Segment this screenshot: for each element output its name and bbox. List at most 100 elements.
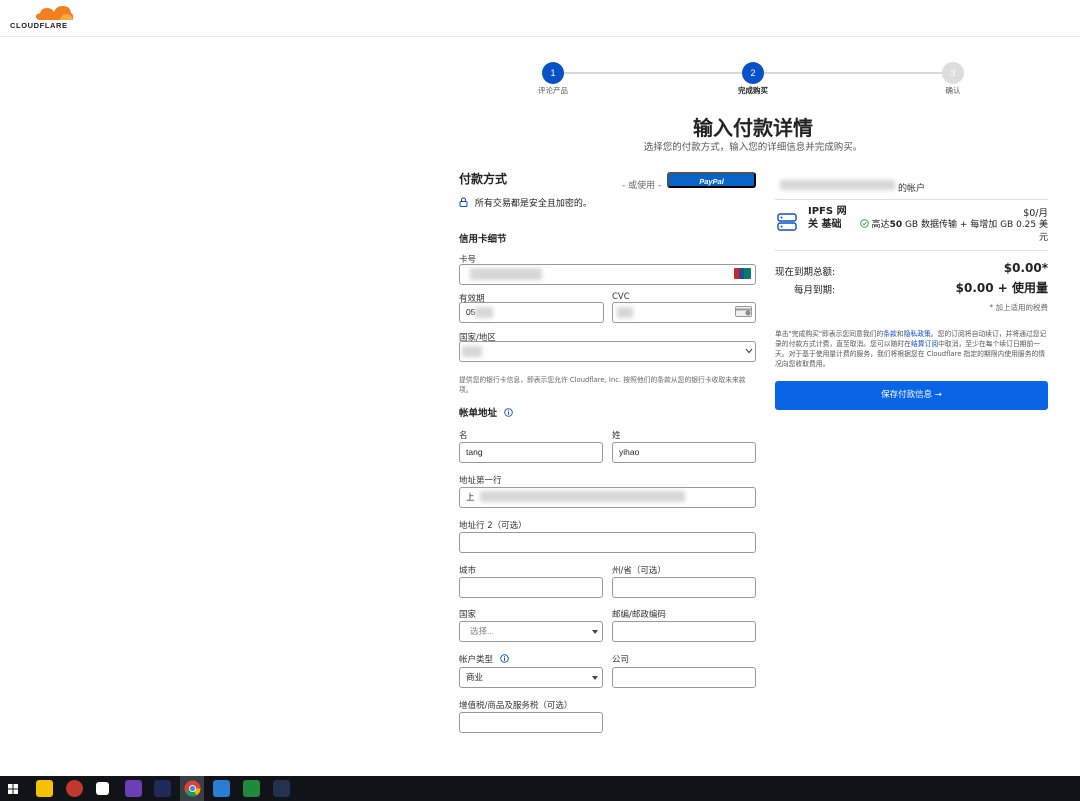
unionpay-card-icon: [734, 268, 751, 279]
terms-and: 和: [896, 330, 904, 338]
terms-part1: 单击"完成购买"即表示您同意我们的: [775, 330, 884, 338]
redacted-address: [480, 491, 685, 502]
billing-heading-text: 帐单地址: [459, 408, 498, 419]
redacted-expiry: [475, 307, 493, 318]
cloud-icon: [36, 6, 74, 20]
card-details-heading: 信用卡细节: [459, 234, 507, 245]
vat-label: 增值税/商品及服务税（可选）: [459, 701, 573, 711]
address2-label: 地址行 2（可选）: [459, 521, 527, 531]
stepper-line-2: [764, 72, 942, 74]
plan-desc-prefix: 高达: [871, 220, 890, 230]
page-subtitle: 选择您的付款方式，输入您的详细信息并完成购买。: [643, 142, 863, 153]
billing-address-heading: 帐单地址: [459, 405, 514, 419]
taskbar-app-1-icon[interactable]: [36, 780, 53, 797]
city-label: 城市: [459, 566, 477, 576]
state-label: 州/省（可选）: [612, 566, 666, 576]
monthly-due-label: 每月到期:: [794, 285, 836, 296]
step-3-circle: 3: [942, 62, 964, 84]
caret-down-icon: [592, 630, 598, 634]
cvc-label: CVC: [612, 292, 630, 302]
city-input[interactable]: [459, 577, 603, 598]
monthly-due-value: $0.00 + 使用量: [955, 281, 1048, 295]
privacy-link[interactable]: 隐私政策: [904, 330, 931, 338]
account-name: 的帐户: [898, 181, 925, 194]
first-name-value: tang: [466, 447, 483, 457]
plan-desc-bold: 50: [889, 220, 903, 230]
redacted-country: [462, 346, 482, 357]
plan-price: $0/月: [1023, 208, 1048, 219]
billing-subscriptions-link[interactable]: 结算订阅: [911, 340, 938, 348]
address1-label: 地址第一行: [459, 476, 502, 486]
top-bar: CLOUDFLARE: [0, 0, 1080, 37]
zip-label: 邮编/邮政编码: [612, 610, 666, 620]
company-input[interactable]: [612, 667, 756, 688]
step-2-label: 完成购买: [738, 86, 768, 95]
plan-description: 高达50 GB 数据传输 + 每增加 GB 0.25 美元: [855, 219, 1048, 245]
secure-note-text: 所有交易都是安全且加密的。: [474, 199, 592, 209]
billing-country-label: 国家: [459, 610, 477, 620]
step-2-circle[interactable]: 2: [742, 62, 764, 84]
payment-method-heading: 付款方式: [459, 172, 508, 186]
card-authorization-note: 提供您的银行卡信息，即表示您允许 Cloudflare, Inc. 按照他们的条…: [459, 376, 746, 394]
stepper-line-1: [564, 72, 742, 74]
info-icon[interactable]: [504, 408, 514, 417]
card-country-select[interactable]: [459, 341, 756, 362]
os-taskbar: [0, 776, 1080, 801]
due-now-value: $0.00*: [1003, 261, 1048, 275]
terms-text: 单击"完成购买"即表示您同意我们的条款和隐私政策。您的订阅将自动续订，并将通过您…: [775, 329, 1048, 369]
plan-desc-rest: GB 数据传输 + 每增加 GB 0.25 美元: [902, 220, 1048, 243]
step-1-label: 评论产品: [538, 86, 568, 95]
server-icon: [777, 213, 797, 231]
chrome-icon[interactable]: [184, 780, 201, 797]
brand-wordmark: CLOUDFLARE: [10, 21, 68, 30]
taskbar-app-2-icon[interactable]: [66, 780, 83, 797]
company-label: 公司: [612, 655, 630, 665]
check-circle-icon: [859, 219, 869, 228]
page-title: 输入付款详情: [693, 116, 813, 140]
state-input[interactable]: [612, 577, 756, 598]
windows-start-icon[interactable]: [8, 784, 18, 794]
account-type-info-icon[interactable]: [499, 654, 509, 663]
chevron-down-icon: [745, 348, 753, 354]
last-name-input[interactable]: yihao: [612, 442, 756, 463]
account-type-label-text: 帐户类型: [459, 655, 494, 665]
tax-note: * 加上适用的税费: [989, 303, 1048, 312]
billing-country-select[interactable]: 选择...: [459, 621, 603, 642]
billing-country-placeholder: 选择...: [470, 626, 495, 636]
address2-input[interactable]: [459, 532, 756, 553]
redacted-account-name: [780, 180, 895, 190]
terms-link[interactable]: 条款: [883, 330, 897, 338]
account-type-caret-icon: [592, 676, 598, 680]
address1-value: 上: [466, 492, 475, 502]
vat-input[interactable]: [459, 712, 603, 733]
save-payment-button[interactable]: 保存付款信息 →: [775, 381, 1048, 410]
taskbar-app-4-icon[interactable]: [125, 780, 142, 797]
account-type-select[interactable]: 商业: [459, 667, 603, 688]
last-name-value: yihao: [619, 447, 640, 457]
last-name-label: 姓: [612, 431, 621, 441]
step-3-label: 确认: [945, 86, 961, 95]
notion-icon[interactable]: [96, 782, 109, 795]
summary-divider-mid: [775, 250, 1048, 251]
lock-icon: [459, 197, 468, 207]
account-type-label: 帐户类型: [459, 653, 509, 665]
step-1-circle[interactable]: 1: [542, 62, 564, 84]
account-type-value: 商业: [466, 672, 484, 682]
zip-input[interactable]: [612, 621, 756, 642]
redacted-cvc: [617, 307, 633, 318]
taskbar-app-8-icon[interactable]: [243, 780, 260, 797]
or-use-text: - 或使用 -: [622, 181, 662, 191]
plan-name: IPFS 网关 基础: [808, 206, 847, 230]
taskbar-app-9-icon[interactable]: [273, 780, 290, 797]
mail-icon[interactable]: [213, 780, 230, 797]
secure-note: 所有交易都是安全且加密的。: [459, 196, 592, 209]
summary-divider-top: [775, 199, 1048, 200]
cloudflare-logo[interactable]: CLOUDFLARE: [10, 5, 80, 31]
taskbar-app-5-icon[interactable]: [154, 780, 171, 797]
paypal-button[interactable]: PayPal: [667, 172, 756, 188]
due-now-label: 现在到期总额:: [775, 267, 836, 278]
first-name-input[interactable]: tang: [459, 442, 603, 463]
redacted-card-number: [470, 268, 542, 280]
cvc-card-icon: [735, 306, 752, 317]
account-suffix: 的帐户: [898, 184, 926, 194]
